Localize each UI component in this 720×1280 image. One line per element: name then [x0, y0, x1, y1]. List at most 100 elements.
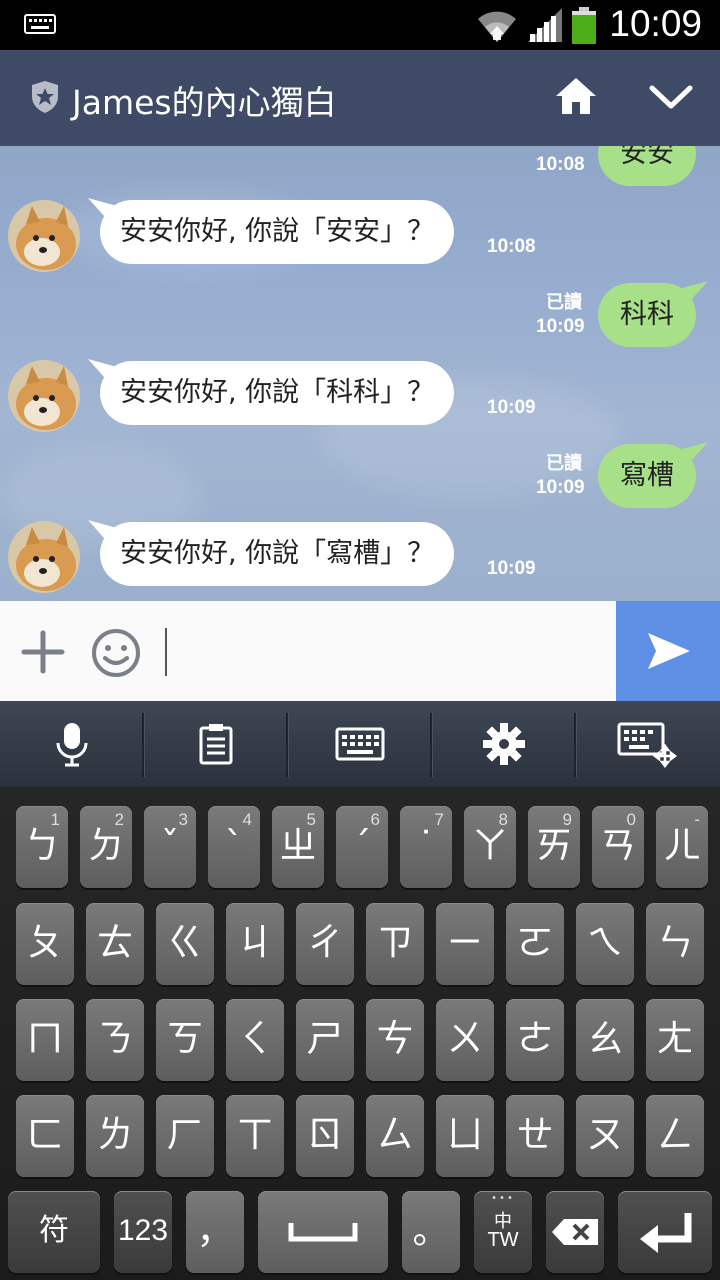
incoming-message-bubble[interactable]: 安安你好, 你說「科科」？ [100, 361, 455, 425]
key[interactable]: ˊ6 [336, 806, 388, 888]
key[interactable]: ㄇ [16, 999, 74, 1081]
plus-icon[interactable] [20, 629, 66, 679]
settings-icon[interactable] [432, 701, 575, 787]
home-icon[interactable] [554, 76, 598, 120]
key[interactable]: ㄠ [576, 999, 634, 1081]
key[interactable]: ㄗ [366, 903, 424, 985]
enter-key[interactable] [618, 1191, 712, 1273]
key[interactable]: ㄟ [576, 903, 634, 985]
period-key[interactable]: 。 [402, 1191, 460, 1273]
key[interactable]: ㄐ [226, 903, 284, 985]
send-button[interactable] [616, 601, 720, 701]
key[interactable]: ㄧ [436, 903, 494, 985]
incoming-message-bubble[interactable]: 安安你好, 你說「安安」？ [100, 200, 455, 264]
key[interactable]: ㄋ [86, 999, 144, 1081]
chat-title: James的內心獨白 [72, 83, 337, 122]
key[interactable]: ㄥ [646, 1095, 704, 1177]
backspace-icon [552, 1219, 598, 1245]
key-number-hint: - [694, 810, 700, 829]
clock: 10:09 [609, 3, 702, 44]
chat-area[interactable]: 安安 10:08 安安你好, 你說「安安」？ 10:08 已讀 10:09 科科… [0, 146, 720, 601]
message-input[interactable] [165, 628, 167, 676]
key[interactable]: ㄏ [156, 1095, 214, 1177]
microphone-icon[interactable] [0, 701, 143, 787]
key[interactable]: ㄤ [646, 999, 704, 1081]
key[interactable]: ㄎ [156, 999, 214, 1081]
enter-icon [640, 1213, 692, 1253]
key[interactable]: ㄙ [366, 1095, 424, 1177]
backspace-key[interactable] [546, 1191, 604, 1273]
key-label: ㄞ [535, 824, 573, 867]
emoji-icon[interactable] [90, 627, 142, 683]
avatar[interactable] [8, 521, 80, 593]
message-time: 10:09 [487, 397, 536, 418]
key[interactable]: ㄕ [296, 999, 354, 1081]
key-label: ㄜ [516, 1017, 554, 1060]
chevron-down-icon[interactable] [648, 82, 694, 116]
key-label: ㄚ [471, 824, 509, 867]
key[interactable]: ㄜ [506, 999, 564, 1081]
key[interactable]: ㄦ- [656, 806, 708, 888]
key[interactable]: ㄨ [436, 999, 494, 1081]
key[interactable]: ㄘ [366, 999, 424, 1081]
key[interactable]: ㄆ [16, 903, 74, 985]
key[interactable]: ㄒ [226, 1095, 284, 1177]
message-time: 10:09 [487, 558, 536, 579]
key[interactable]: ㄚ8 [464, 806, 516, 888]
key[interactable]: ˇ3 [144, 806, 196, 888]
key[interactable]: ㄡ [576, 1095, 634, 1177]
symbols-key[interactable]: 符 [8, 1191, 100, 1273]
keyboard-icon[interactable] [288, 701, 431, 787]
message-text: 科科 [620, 299, 674, 330]
key-label: ㄘ [376, 1017, 414, 1060]
key-label: 123 [117, 1214, 169, 1247]
key-number-hint: 5 [306, 810, 316, 829]
key[interactable]: ㄊ [86, 903, 144, 985]
outgoing-message-bubble[interactable]: 科科 [598, 283, 696, 347]
outgoing-message-bubble[interactable]: 寫槽 [598, 444, 696, 508]
key[interactable]: ㄞ9 [528, 806, 580, 888]
key[interactable]: ㄝ [506, 1095, 564, 1177]
key[interactable]: ㄑ [226, 999, 284, 1081]
message-time: 10:09 [536, 316, 585, 337]
key-label: ㄈ [26, 1113, 64, 1156]
key-label: ㄣ [656, 921, 694, 964]
incoming-message-bubble[interactable]: 安安你好, 你說「寫槽」？ [100, 522, 455, 586]
key-label: ˙ [416, 824, 436, 867]
space-key[interactable] [258, 1191, 388, 1273]
key[interactable]: ㄈ [16, 1095, 74, 1177]
message-time: 10:09 [536, 477, 585, 498]
keyboard-notification-icon [24, 14, 56, 38]
key[interactable]: ˙ 7 [400, 806, 452, 888]
message-text: 安安你好, 你說「寫槽」？ [120, 538, 435, 569]
key[interactable]: ㄅ1 [16, 806, 68, 888]
key[interactable]: ㄖ [296, 1095, 354, 1177]
keyboard-move-icon[interactable] [576, 701, 719, 787]
read-receipt: 已讀 [546, 292, 582, 313]
key[interactable]: ˋ4 [208, 806, 260, 888]
key-label: ㄧ [446, 921, 484, 964]
key[interactable]: ㄓ5 [272, 806, 324, 888]
key-number-hint: 9 [562, 810, 572, 829]
message-text: 寫槽 [620, 460, 674, 491]
key[interactable]: ㄣ [646, 903, 704, 985]
key[interactable]: ㄛ [506, 903, 564, 985]
key[interactable]: ㄢ0 [592, 806, 644, 888]
key[interactable]: ㄍ [156, 903, 214, 985]
numbers-key[interactable]: 123 [114, 1191, 172, 1273]
comma-key[interactable]: ， [186, 1191, 244, 1273]
message-text: 安安 [620, 146, 674, 169]
language-switch-key[interactable]: ••• 中 TW [474, 1191, 532, 1273]
key[interactable]: ㄩ [436, 1095, 494, 1177]
key[interactable]: ㄉ2 [80, 806, 132, 888]
avatar[interactable] [8, 360, 80, 432]
avatar[interactable] [8, 200, 80, 272]
key-label: ㄝ [516, 1113, 554, 1156]
key-label: ㄊ [96, 921, 134, 964]
key-label: ㄑ [236, 1017, 274, 1060]
key-label: ㄩ [446, 1113, 484, 1156]
key[interactable]: ㄌ [86, 1095, 144, 1177]
clipboard-icon[interactable] [144, 701, 287, 787]
key[interactable]: ㄔ [296, 903, 354, 985]
outgoing-message-bubble[interactable]: 安安 [598, 146, 696, 186]
